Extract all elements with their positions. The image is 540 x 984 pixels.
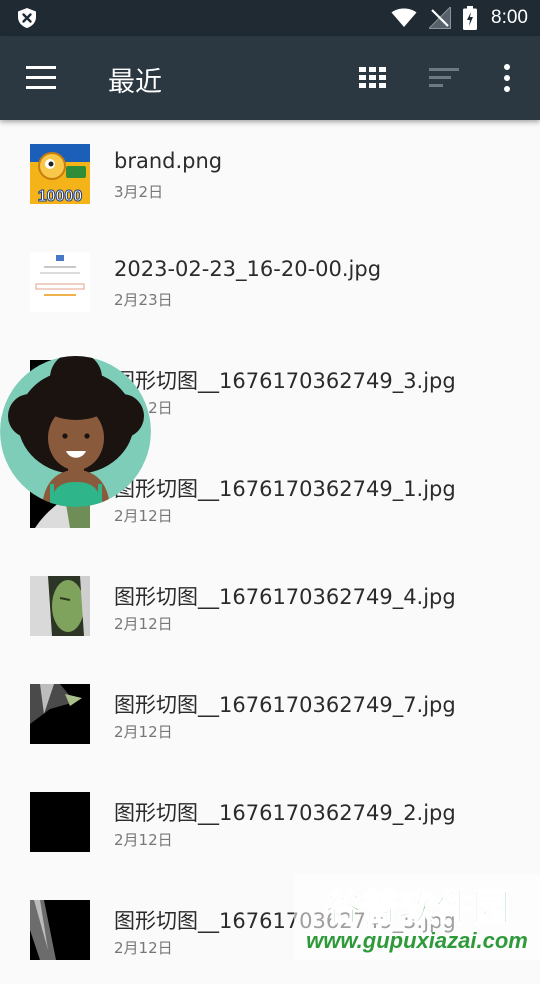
file-name: brand.png — [114, 149, 223, 173]
file-thumbnail: 10000 — [30, 144, 90, 204]
file-name: 图形切图__1676170362749_1.jpg — [114, 477, 456, 501]
battery-charging-icon — [463, 6, 478, 30]
file-date: 2月12日 — [114, 507, 173, 525]
file-date: 2月23日 — [114, 291, 173, 309]
shield-x-icon — [18, 8, 36, 28]
file-date: 3月2日 — [114, 183, 164, 201]
watermark-url: www.gupuxiazai.com — [306, 928, 528, 953]
status-bar: 8:00 — [0, 0, 540, 36]
file-date: 2月12日 — [114, 831, 173, 849]
watermark-title: 谷普软件园 — [325, 886, 510, 929]
wifi-icon — [391, 8, 417, 27]
list-item[interactable]: 图形切图__1676170362749_7.jpg 2月12日 — [0, 660, 540, 768]
file-name: 2023-02-23_16-20-00.jpg — [114, 257, 382, 281]
sort-icon[interactable] — [429, 68, 459, 88]
list-item[interactable]: 图形切图__1676170362749_4.jpg 2月12日 — [0, 552, 540, 660]
file-name: 图形切图__1676170362749_4.jpg — [114, 585, 456, 609]
file-name: 图形切图__1676170362749_7.jpg — [114, 693, 456, 717]
app-bar: 最近 — [0, 36, 540, 120]
menu-icon[interactable] — [26, 66, 56, 90]
file-name: 图形切图__1676170362749_2.jpg — [114, 801, 456, 825]
file-thumbnail — [30, 576, 90, 636]
file-date: 2月12日 — [114, 723, 173, 741]
file-date: 2月12日 — [114, 939, 173, 957]
file-date: 2月12日 — [114, 615, 173, 633]
grid-view-icon[interactable] — [359, 67, 386, 88]
file-thumbnail — [30, 900, 90, 960]
watermark-logo: 谷普软件园 www.gupuxiazai.com — [294, 874, 540, 960]
list-item[interactable]: 图形切图__1676170362749_2.jpg 2月12日 — [0, 768, 540, 876]
page-title: 最近 — [108, 67, 162, 98]
list-item[interactable]: 10000 brand.png 3月2日 — [0, 120, 540, 228]
status-time: 8:00 — [491, 7, 528, 28]
list-item[interactable]: 2023-02-23_16-20-00.jpg 2月23日 — [0, 228, 540, 336]
file-thumbnail — [30, 792, 90, 852]
file-list: 10000 brand.png 3月2日 2023-02-23_16-20-00… — [0, 120, 540, 984]
thumbnail-text: 10000 — [38, 188, 83, 204]
file-name: 图形切图__1676170362749_3.jpg — [114, 369, 456, 393]
no-signal-icon — [429, 7, 452, 29]
file-thumbnail — [30, 684, 90, 744]
more-options-icon[interactable] — [502, 64, 512, 92]
floating-avatar[interactable] — [0, 356, 151, 507]
file-thumbnail — [30, 252, 90, 312]
